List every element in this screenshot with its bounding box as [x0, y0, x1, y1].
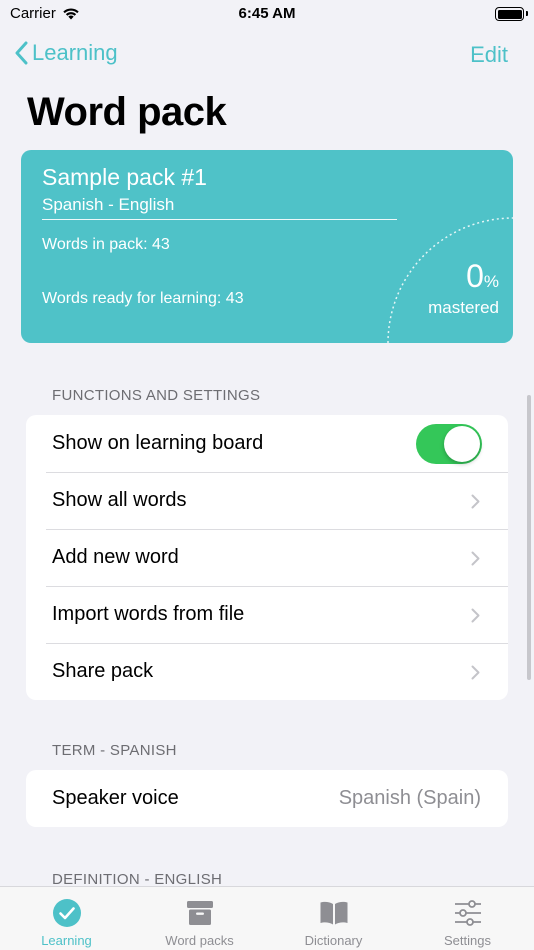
- status-time: 6:45 AM: [238, 5, 296, 22]
- battery-tip: [526, 11, 528, 16]
- row-show-all-words[interactable]: Show all words: [26, 472, 508, 529]
- section-header-functions: FUNCTIONS AND SETTINGS: [52, 387, 261, 404]
- row-label: Show all words: [52, 489, 187, 511]
- mastered-unit: %: [483, 272, 499, 291]
- back-button[interactable]: Learning: [14, 40, 118, 66]
- row-speaker-voice[interactable]: Speaker voice Spanish (Spain): [26, 770, 508, 827]
- words-in-pack: Words in pack: 43: [42, 236, 170, 253]
- chevron-right-icon: [471, 665, 480, 680]
- learning-board-toggle[interactable]: [416, 424, 482, 464]
- tab-label: Word packs: [165, 933, 234, 948]
- term-group: Speaker voice Spanish (Spain): [26, 770, 508, 827]
- book-icon: [320, 901, 347, 925]
- tab-label: Dictionary: [304, 933, 363, 948]
- status-bar: Carrier 6:45 AM: [0, 0, 534, 30]
- tab-settings[interactable]: Settings: [401, 887, 534, 950]
- mastered-value: 0: [466, 258, 484, 294]
- back-button-label: Learning: [32, 40, 118, 65]
- pack-name: Sample pack #1: [42, 164, 207, 190]
- edit-button[interactable]: Edit: [470, 42, 508, 68]
- checkmark-circle-icon: [52, 899, 81, 927]
- chevron-left-icon: [15, 41, 28, 65]
- scroll-indicator[interactable]: [527, 395, 531, 680]
- row-label: Share pack: [52, 660, 154, 682]
- pack-languages: Spanish - English: [42, 195, 175, 214]
- tab-bar: Learning Word packs Dictionary Settings: [0, 886, 534, 950]
- chevron-right-icon: [471, 494, 480, 509]
- chevron-right-icon: [471, 551, 480, 566]
- pack-summary-card: Sample pack #1 Spanish - English Words i…: [21, 150, 513, 343]
- tab-dictionary[interactable]: Dictionary: [267, 887, 400, 950]
- chevron-right-icon: [471, 608, 480, 623]
- mastered-percent: 0%: [466, 258, 499, 295]
- mastered-label: mastered: [428, 298, 499, 317]
- words-ready: Words ready for learning: 43: [42, 290, 244, 307]
- navigation-bar: Learning Edit: [0, 36, 534, 76]
- tab-label: Settings: [444, 933, 491, 948]
- archive-box-icon: [186, 901, 213, 925]
- page-title: Word pack: [27, 90, 227, 134]
- row-add-new-word[interactable]: Add new word: [26, 529, 508, 586]
- battery-icon: [495, 7, 524, 21]
- row-import-words[interactable]: Import words from file: [26, 586, 508, 643]
- row-label: Speaker voice: [52, 787, 179, 809]
- row-label: Import words from file: [52, 603, 245, 625]
- tab-label: Learning: [41, 933, 92, 948]
- pack-divider: [42, 219, 397, 220]
- functions-group: Show on learning board Show all words Ad…: [26, 415, 508, 700]
- tab-learning[interactable]: Learning: [0, 887, 133, 950]
- section-header-term: TERM - SPANISH: [52, 742, 177, 759]
- row-share-pack[interactable]: Share pack: [26, 643, 508, 700]
- row-label: Add new word: [52, 546, 179, 568]
- row-label: Show on learning board: [52, 432, 264, 454]
- tab-word-packs[interactable]: Word packs: [133, 887, 266, 950]
- sliders-icon: [454, 900, 481, 926]
- speaker-voice-value: Spanish (Spain): [338, 787, 481, 809]
- row-show-on-learning-board: Show on learning board: [26, 415, 508, 472]
- toggle-knob: [444, 426, 480, 462]
